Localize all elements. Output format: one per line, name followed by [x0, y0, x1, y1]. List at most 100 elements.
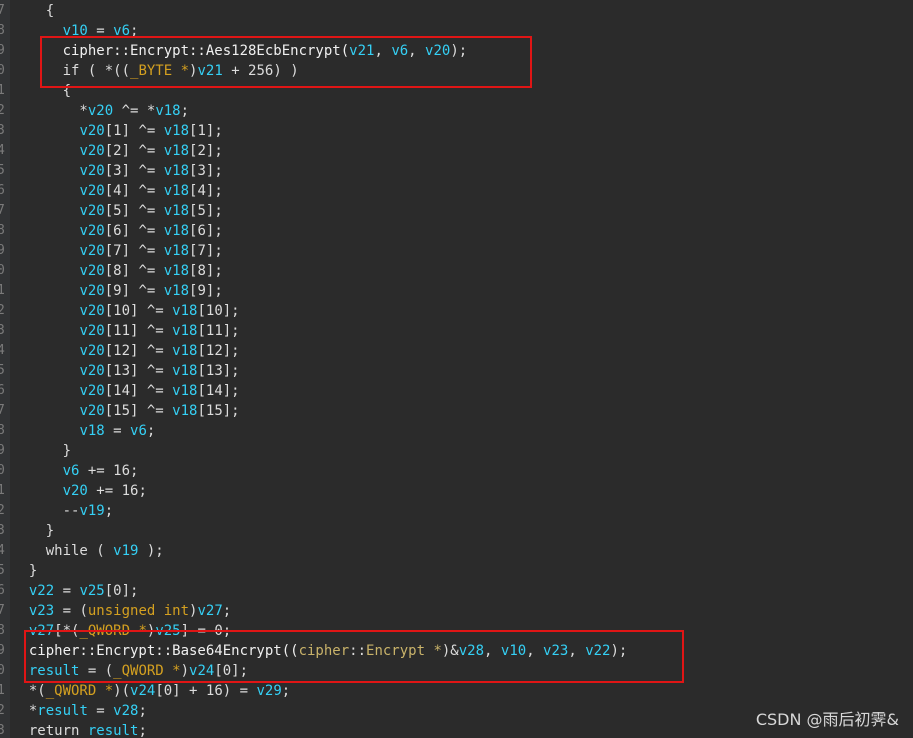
code-token: v22: [585, 643, 611, 659]
code-token: =: [104, 423, 131, 439]
code-line[interactable]: --v19;: [12, 501, 114, 521]
code-token: [13] ^=: [104, 363, 173, 379]
code-line[interactable]: {: [12, 1, 54, 21]
code-line[interactable]: v20[7] ^= v18[7];: [12, 241, 223, 261]
code-token: += 16;: [79, 463, 139, 479]
code-token: v20: [79, 123, 105, 139]
code-line[interactable]: v18 = v6;: [12, 421, 155, 441]
code-line[interactable]: cipher::Encrypt::Aes128EcbEncrypt(v21, v…: [12, 41, 468, 61]
line-number: 7: [0, 203, 5, 218]
code-line[interactable]: }: [12, 521, 54, 541]
code-line[interactable]: while ( v19 );: [12, 541, 164, 561]
code-token: ^= *: [113, 103, 156, 119]
code-token: ,: [568, 643, 586, 659]
code-token: v20: [425, 43, 451, 59]
line-number: 2: [0, 103, 5, 118]
line-number: 5: [0, 363, 5, 378]
code-line[interactable]: v20[15] ^= v18[15];: [12, 401, 240, 421]
code-token: v20: [79, 243, 105, 259]
code-line[interactable]: }: [12, 441, 71, 461]
code-token: v18: [155, 103, 181, 119]
code-token: += 16;: [87, 483, 147, 499]
code-token: [0];: [104, 583, 139, 599]
code-line[interactable]: v20[10] ^= v18[10];: [12, 301, 239, 321]
code-token: [6] ^=: [104, 223, 164, 239]
code-token: v23: [28, 603, 55, 619]
code-token: [11];: [197, 323, 240, 339]
code-token: [10] ^=: [104, 303, 173, 319]
code-line[interactable]: v20[12] ^= v18[12];: [12, 341, 239, 361]
code-line[interactable]: v20[8] ^= v18[8];: [12, 261, 222, 281]
code-line[interactable]: v20 += 16;: [12, 481, 147, 501]
code-token: v20: [79, 343, 105, 359]
code-line[interactable]: v23 = (unsigned int)v27;: [12, 601, 231, 621]
code-line[interactable]: v20[13] ^= v18[13];: [12, 361, 240, 381]
code-line[interactable]: *(_QWORD *)(v24[0] + 16) = v29;: [12, 681, 290, 701]
code-token: [14] ^=: [104, 383, 173, 399]
code-token: [7];: [189, 243, 223, 259]
code-area[interactable]: { v10 = v6; cipher::Encrypt::Aes128EcbEn…: [12, 0, 913, 738]
line-number-gutter: 7 8 9 0 1 2 3 4 5 6 7 8 9 0 1 2 3 4 5 6 7 8 9 0 1 2 3 4 5 6 7 8 9 0 1 2 3: [0, 0, 10, 738]
line-number: 9: [0, 643, 5, 658]
code-line[interactable]: v6 += 16;: [12, 461, 139, 481]
code-token: [3] ^=: [104, 163, 164, 179]
line-number: 3: [0, 323, 5, 338]
code-line[interactable]: v20[5] ^= v18[5];: [12, 201, 222, 221]
code-token: );: [450, 43, 468, 59]
code-token: Encrypt *: [366, 643, 442, 659]
code-token: [8] ^=: [104, 263, 164, 279]
code-line[interactable]: return result;: [12, 721, 147, 738]
code-token: result: [28, 663, 80, 679]
code-line[interactable]: v20[14] ^= v18[14];: [12, 381, 239, 401]
code-token: cipher::Encrypt::Base64Encrypt((: [12, 643, 299, 659]
code-token: v18: [163, 123, 190, 139]
code-token: v20: [79, 403, 105, 419]
code-token: [13];: [197, 363, 240, 379]
line-number: 4: [0, 343, 5, 358]
line-number: 8: [0, 623, 5, 638]
code-line[interactable]: result = (_QWORD *)v24[0];: [12, 661, 248, 681]
line-number: 9: [0, 443, 5, 458]
code-line[interactable]: v27[*(_QWORD *)v25] = 0;: [12, 621, 231, 641]
code-token: v18: [79, 423, 105, 439]
code-line[interactable]: v20[3] ^= v18[3];: [12, 161, 223, 181]
code-editor[interactable]: 7 8 9 0 1 2 3 4 5 6 7 8 9 0 1 2 3 4 5 6 7 8 9 0 1 2 3 4 5 6 7 8 9 0 1 2 3 { …: [0, 0, 913, 738]
code-token: [6];: [189, 223, 223, 239]
code-token: v25: [155, 623, 181, 639]
code-line[interactable]: cipher::Encrypt::Base64Encrypt((cipher::…: [12, 641, 628, 661]
code-token: [12] ^=: [104, 343, 173, 359]
code-line[interactable]: {: [12, 81, 71, 101]
code-line[interactable]: v20[1] ^= v18[1];: [12, 121, 222, 141]
code-token: v18: [163, 203, 190, 219]
code-token: ;: [138, 723, 147, 738]
code-token: =: [87, 703, 114, 719]
code-line[interactable]: if ( *((_BYTE *)v21 + 256) ): [12, 61, 299, 81]
code-token: [5] ^=: [104, 203, 164, 219]
code-line[interactable]: }: [12, 561, 37, 581]
code-token: v20: [79, 283, 105, 299]
code-line[interactable]: v20[2] ^= v18[2];: [12, 141, 222, 161]
code-token: [15];: [197, 403, 240, 419]
code-token: [3];: [189, 163, 223, 179]
line-number: 1: [0, 283, 5, 298]
code-line[interactable]: v20[6] ^= v18[6];: [12, 221, 223, 241]
code-token: --: [12, 503, 80, 519]
line-number: 1: [0, 483, 5, 498]
code-line[interactable]: v20[9] ^= v18[9];: [12, 281, 222, 301]
code-line[interactable]: v20[4] ^= v18[4];: [12, 181, 222, 201]
code-line[interactable]: *result = v28;: [12, 701, 147, 721]
code-line[interactable]: v10 = v6;: [12, 21, 139, 41]
line-number: 3: [0, 123, 5, 138]
line-number: 5: [0, 163, 5, 178]
code-line[interactable]: v22 = v25[0];: [12, 581, 139, 601]
code-line[interactable]: v20[11] ^= v18[11];: [12, 321, 240, 341]
code-line[interactable]: *v20 ^= *v18;: [12, 101, 189, 121]
code-token: ::: [349, 643, 367, 659]
code-token: v18: [172, 343, 198, 359]
